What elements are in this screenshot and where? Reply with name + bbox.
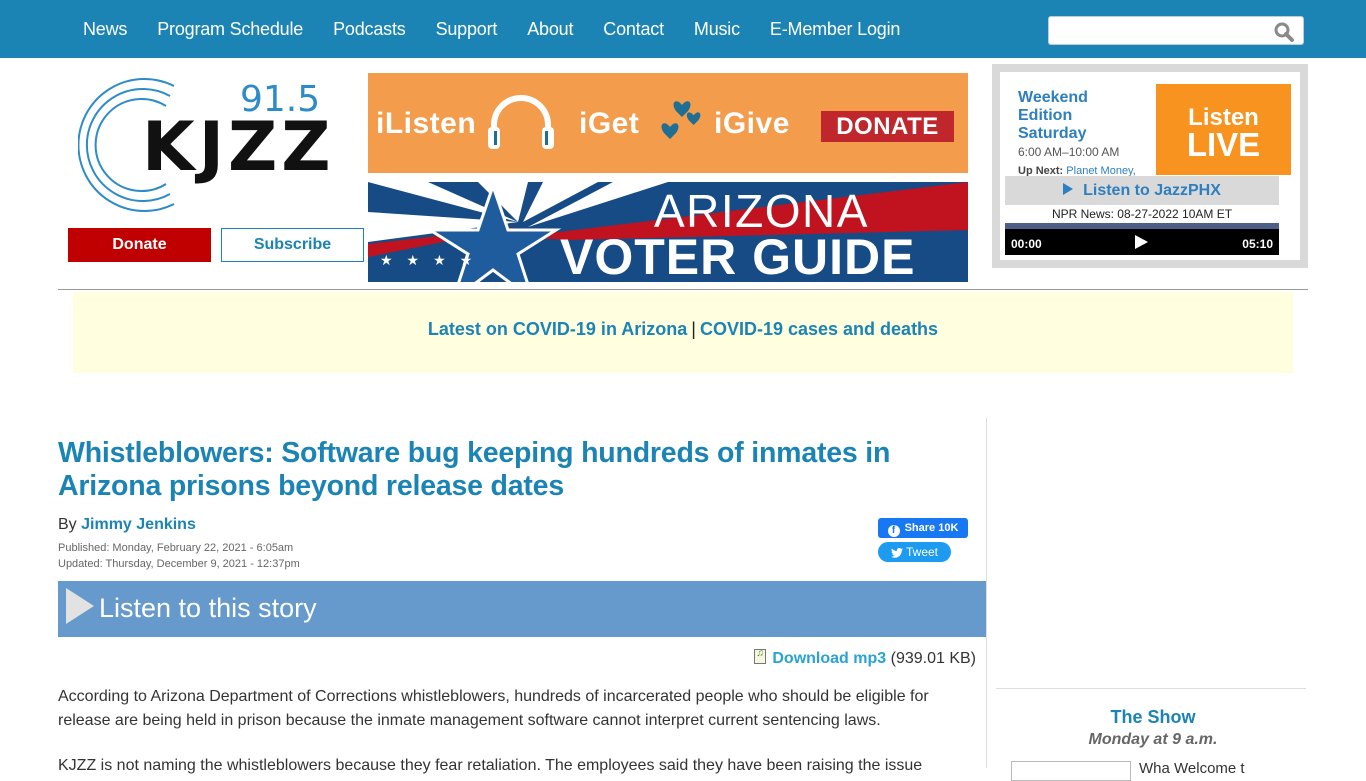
top-nav: News Program Schedule Podcasts Support A… xyxy=(0,0,1366,58)
support-banner[interactable]: iListen iGet iGive DONATE xyxy=(368,73,968,173)
facebook-icon: f xyxy=(887,525,900,537)
listen-live-button[interactable]: Listen LIVE xyxy=(1156,84,1291,175)
download-size: (939.01 KB) xyxy=(890,650,976,667)
kjzz-logo[interactable]: 91.5 KJZZ xyxy=(78,70,340,220)
audio-player: 00:00 05:10 xyxy=(1005,223,1279,255)
audio-file-icon xyxy=(754,648,767,664)
download-mp3-link[interactable]: Download mp3 xyxy=(772,650,886,667)
column-divider xyxy=(986,418,987,768)
sidebar-divider xyxy=(996,688,1306,689)
facebook-share-button[interactable]: f Share 10K xyxy=(878,518,968,538)
nav-menu: News Program Schedule Podcasts Support A… xyxy=(68,17,915,41)
article-paragraph: According to Arizona Department of Corre… xyxy=(58,688,929,729)
nav-item-support[interactable]: Support xyxy=(421,17,513,41)
facebook-share-label: Share 10K xyxy=(904,522,959,534)
hearts-icon xyxy=(661,101,701,139)
header-divider xyxy=(58,289,1308,290)
download-mp3: Download mp3 (939.01 KB) xyxy=(754,648,976,668)
search-box xyxy=(1048,16,1304,45)
sidebar-show-teaser: Wha Welcome t xyxy=(1139,760,1245,777)
audio-duration: 05:10 xyxy=(1242,237,1273,251)
article-paragraph: KJZZ is not naming the whistleblowers be… xyxy=(58,757,923,774)
sidebar-show-image[interactable] xyxy=(1011,761,1131,781)
nav-item-e-member-login[interactable]: E-Member Login xyxy=(755,17,915,41)
nav-item-program-schedule[interactable]: Program Schedule xyxy=(142,17,318,41)
banner-word-iget: iGet xyxy=(579,107,640,140)
audio-progress-bar[interactable] xyxy=(1005,223,1279,229)
listen-jazzphx-label: Listen to JazzPHX xyxy=(1083,182,1221,199)
listen-to-story-bar[interactable]: Listen to this story xyxy=(58,581,986,637)
listen-to-story-label: Listen to this story xyxy=(99,593,317,623)
play-triangle-icon xyxy=(66,588,94,624)
play-triangle-icon xyxy=(1063,183,1074,195)
voter-guide-banner[interactable]: ★★★★ ARIZONA VOTER GUIDE xyxy=(368,182,968,282)
current-show-title[interactable]: Weekend Edition Saturday xyxy=(1018,89,1138,143)
covid-separator: | xyxy=(691,319,696,339)
listen-live-line2: LIVE xyxy=(1186,126,1261,163)
sidebar-show-schedule: Monday at 9 a.m. xyxy=(1088,731,1218,748)
twitter-bird-icon xyxy=(890,548,903,558)
voter-guide-stars: ★★★★ xyxy=(380,252,487,268)
banner-donate-button[interactable]: DONATE xyxy=(821,111,954,142)
article-dates: Published: Monday, February 22, 2021 - 6… xyxy=(58,540,300,572)
nav-item-about[interactable]: About xyxy=(512,17,588,41)
nav-item-news[interactable]: News xyxy=(68,17,142,41)
npr-news-title: NPR News: 08-27-2022 10AM ET xyxy=(1051,207,1233,221)
play-icon[interactable] xyxy=(1135,235,1148,249)
banner-word-ilisten: iListen xyxy=(376,107,477,140)
covid-alert-bar: Latest on COVID-19 in Arizona | COVID-19 c… xyxy=(73,292,1293,373)
byline-label: By xyxy=(58,516,77,533)
tweet-button[interactable]: Tweet xyxy=(878,542,951,562)
nav-item-music[interactable]: Music xyxy=(679,17,755,41)
published-date: Published: Monday, February 22, 2021 - 6… xyxy=(58,542,294,554)
listen-jazzphx-button[interactable]: Listen to JazzPHX xyxy=(1005,176,1279,205)
donate-button[interactable]: Donate xyxy=(68,228,211,262)
search-icon[interactable] xyxy=(1273,22,1295,42)
banner-word-igive: iGive xyxy=(714,107,790,140)
voter-guide-line2: VOTER GUIDE xyxy=(560,229,916,282)
nav-item-podcasts[interactable]: Podcasts xyxy=(318,17,420,41)
sidebar-show-title[interactable]: The Show xyxy=(996,707,1310,728)
tweet-label: Tweet xyxy=(905,545,938,559)
subscribe-button[interactable]: Subscribe xyxy=(221,228,364,262)
search-input[interactable] xyxy=(1049,17,1269,44)
byline: By Jimmy Jenkins xyxy=(58,516,196,534)
audio-current-time: 00:00 xyxy=(1011,237,1042,251)
current-show-time: 6:00 AM–10:00 AM xyxy=(1018,145,1120,159)
headphones-icon xyxy=(488,95,554,149)
covid-cases-link[interactable]: COVID-19 cases and deaths xyxy=(700,319,938,339)
live-stream-widget: Weekend Edition Saturday 6:00 AM–10:00 A… xyxy=(992,64,1308,268)
updated-date: Updated: Thursday, December 9, 2021 - 12… xyxy=(58,558,300,570)
covid-latest-link[interactable]: Latest on COVID-19 in Arizona xyxy=(428,319,687,339)
author-link[interactable]: Jimmy Jenkins xyxy=(81,516,196,533)
logo-name: KJZZ xyxy=(142,108,335,187)
nav-item-contact[interactable]: Contact xyxy=(588,17,679,41)
article-headline: Whistleblowers: Software bug keeping hun… xyxy=(58,437,891,502)
